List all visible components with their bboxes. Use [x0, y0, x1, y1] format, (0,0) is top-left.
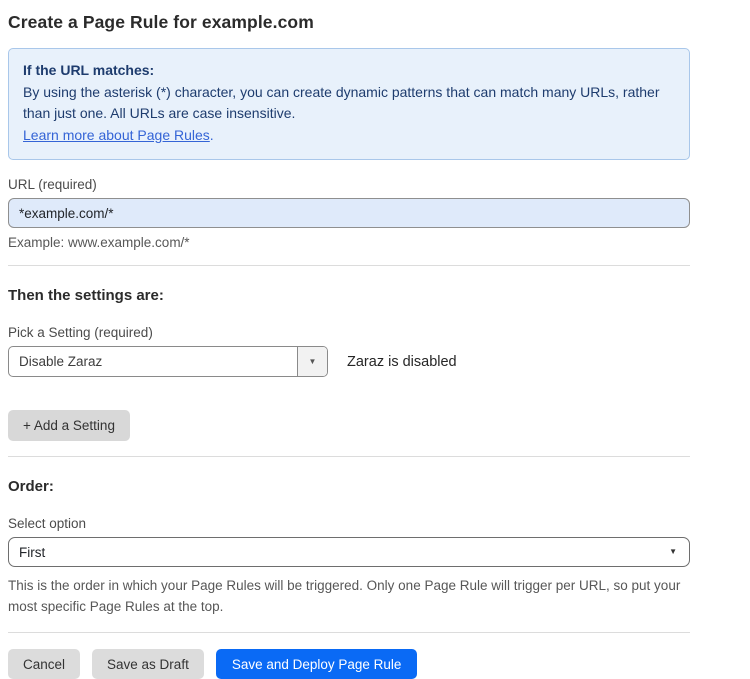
- setting-status-text: Zaraz is disabled: [347, 354, 457, 370]
- setting-dropdown-value: Disable Zaraz: [9, 347, 297, 376]
- divider: [8, 632, 690, 633]
- divider: [8, 265, 690, 266]
- order-select[interactable]: First ▼: [8, 537, 690, 567]
- divider: [8, 456, 690, 457]
- setting-dropdown[interactable]: Disable Zaraz ▼: [8, 346, 328, 377]
- url-match-info-box: If the URL matches: By using the asteris…: [8, 48, 690, 160]
- info-box-link-line: Learn more about Page Rules.: [23, 125, 675, 147]
- order-help-text: This is the order in which your Page Rul…: [8, 575, 698, 617]
- save-as-draft-button[interactable]: Save as Draft: [92, 649, 204, 679]
- page-title: Create a Page Rule for example.com: [8, 12, 690, 33]
- link-suffix: .: [210, 127, 214, 143]
- settings-section-heading: Then the settings are:: [8, 287, 690, 304]
- info-box-heading: If the URL matches:: [23, 60, 675, 82]
- add-setting-button[interactable]: + Add a Setting: [8, 410, 130, 441]
- save-and-deploy-button[interactable]: Save and Deploy Page Rule: [216, 649, 418, 679]
- url-example-text: Example: www.example.com/*: [8, 235, 690, 250]
- setting-row: Disable Zaraz ▼ Zaraz is disabled: [8, 346, 690, 377]
- url-input[interactable]: [8, 198, 690, 228]
- caret-down-icon: ▼: [669, 548, 677, 556]
- setting-dropdown-caret-button[interactable]: ▼: [297, 347, 327, 376]
- learn-more-link[interactable]: Learn more about Page Rules: [23, 127, 210, 143]
- url-field-label: URL (required): [8, 177, 690, 192]
- caret-down-icon: ▼: [309, 358, 317, 366]
- order-select-value: First: [19, 545, 45, 560]
- order-select-label: Select option: [8, 516, 690, 531]
- cancel-button[interactable]: Cancel: [8, 649, 80, 679]
- page-rule-form: Create a Page Rule for example.com If th…: [8, 12, 690, 679]
- pick-setting-label: Pick a Setting (required): [8, 325, 690, 340]
- footer-buttons: Cancel Save as Draft Save and Deploy Pag…: [8, 649, 690, 679]
- info-box-body: By using the asterisk (*) character, you…: [23, 82, 675, 125]
- order-section-heading: Order:: [8, 478, 690, 495]
